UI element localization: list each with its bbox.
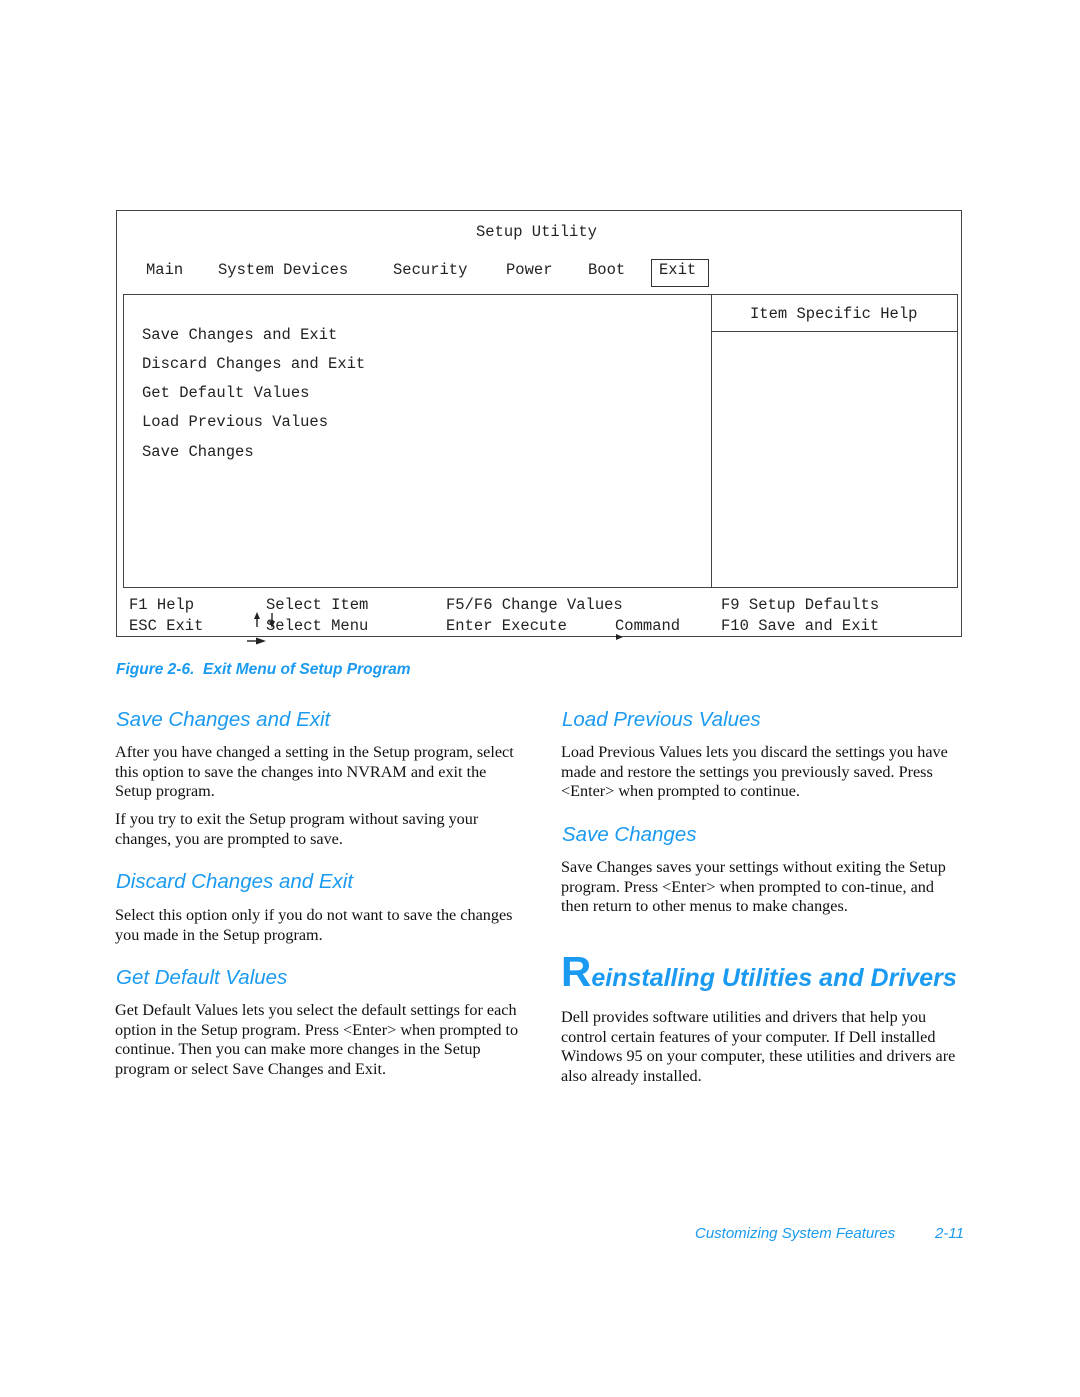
key-f10-save-and-exit: F10 Save and Exit [721, 617, 880, 635]
paragraph-save-changes-and-exit-2: If you try to exit the Setup program wit… [115, 810, 479, 848]
option-get-default-values[interactable]: Get Default Values [142, 384, 309, 402]
option-save-changes-and-exit[interactable]: Save Changes and Exit [142, 326, 337, 344]
key-enter-execute: Enter Execute [446, 617, 567, 635]
panel-divider [711, 295, 712, 587]
key-f1-help: F1 Help [129, 596, 195, 614]
key-esc-exit: ESC Exit [129, 617, 204, 635]
chapter-heading-initial: R [561, 948, 592, 995]
paragraph-get-default-values: Get Default Values lets you select the d… [115, 1001, 519, 1078]
paragraph-reinstalling-utilities: Dell provides software utilities and dri… [561, 1008, 956, 1085]
option-discard-changes-and-exit[interactable]: Discard Changes and Exit [142, 355, 365, 373]
menu-tab-boot[interactable]: Boot [588, 261, 625, 279]
paragraph-load-previous-values: Load Previous Values lets you discard th… [561, 743, 948, 800]
heading-load-previous-values: Load Previous Values [562, 708, 761, 731]
paragraph-save-changes: Save Changes saves your settings without… [561, 858, 946, 915]
key-command: Command [615, 617, 681, 635]
setup-utility-figure: Setup Utility Main System Devices Securi… [116, 210, 962, 645]
chapter-heading-rest: einstalling Utilities and Drivers [591, 964, 957, 992]
menu-tab-exit[interactable]: Exit [659, 261, 696, 279]
key-f9-setup-defaults: F9 Setup Defaults [721, 596, 880, 614]
key-f5-f6-change-values: F5/F6 Change Values [446, 596, 623, 614]
paragraph-save-changes-and-exit-1: After you have changed a setting in the … [115, 743, 514, 800]
menu-tab-security[interactable]: Security [393, 261, 467, 279]
figure-caption: Figure 2-6. Exit Menu of Setup Program [116, 661, 411, 678]
menu-tab-main[interactable]: Main [146, 261, 183, 279]
option-save-changes[interactable]: Save Changes [142, 443, 254, 461]
heading-save-changes: Save Changes [562, 823, 697, 846]
key-select-item: Select Item [266, 596, 369, 614]
menu-tab-system-devices[interactable]: System Devices [218, 261, 348, 279]
option-load-previous-values[interactable]: Load Previous Values [142, 413, 328, 431]
menu-tab-power[interactable]: Power [506, 261, 553, 279]
key-select-menu: Select Menu [266, 617, 369, 635]
heading-discard-changes-and-exit: Discard Changes and Exit [116, 870, 354, 893]
setup-utility-title: Setup Utility [476, 223, 597, 241]
help-header-divider [711, 331, 958, 332]
footer-section-title: Customizing System Features [695, 1225, 896, 1242]
heading-save-changes-and-exit: Save Changes and Exit [116, 708, 331, 731]
exit-menu-panel: Item Specific Help Save Changes and Exit… [123, 294, 958, 588]
chapter-heading: Reinstalling Utilities and Drivers [561, 948, 957, 996]
footer-page-number: 2-11 [935, 1225, 964, 1242]
paragraph-discard-changes-and-exit: Select this option only if you do not wa… [115, 906, 513, 944]
item-specific-help-title: Item Specific Help [750, 305, 918, 323]
heading-get-default-values: Get Default Values [116, 966, 288, 989]
